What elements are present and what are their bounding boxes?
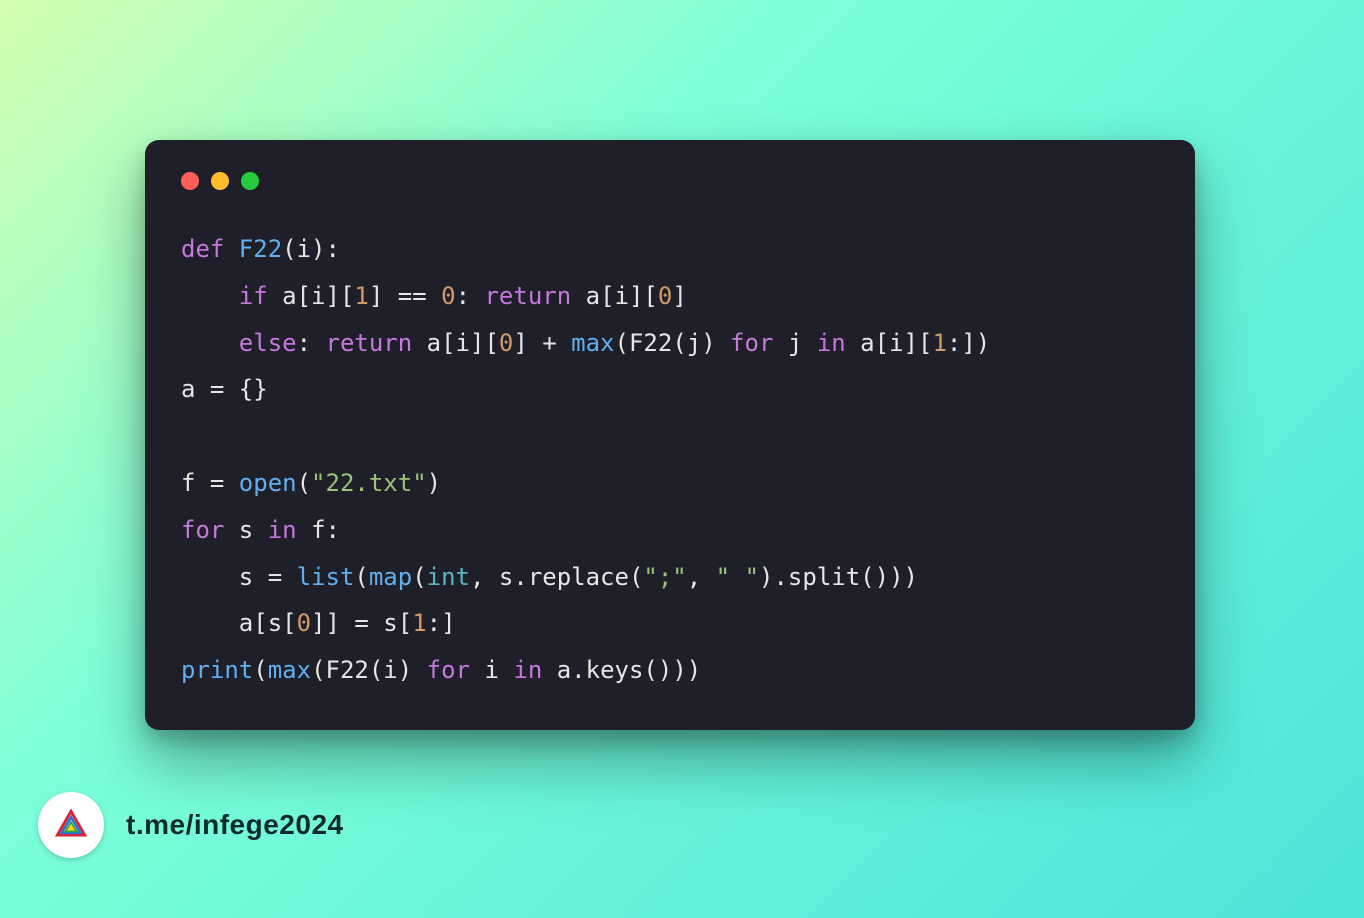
- code-window: def F22(i): if a[i][1] == 0: return a[i]…: [145, 140, 1195, 730]
- code-block: def F22(i): if a[i][1] == 0: return a[i]…: [181, 226, 1159, 694]
- channel-badge: [38, 792, 104, 858]
- footer: t.me/infege2024: [38, 792, 344, 858]
- logo-icon: [53, 807, 89, 843]
- minimize-icon: [211, 172, 229, 190]
- channel-link: t.me/infege2024: [126, 809, 344, 841]
- window-controls: [181, 172, 1159, 190]
- maximize-icon: [241, 172, 259, 190]
- close-icon: [181, 172, 199, 190]
